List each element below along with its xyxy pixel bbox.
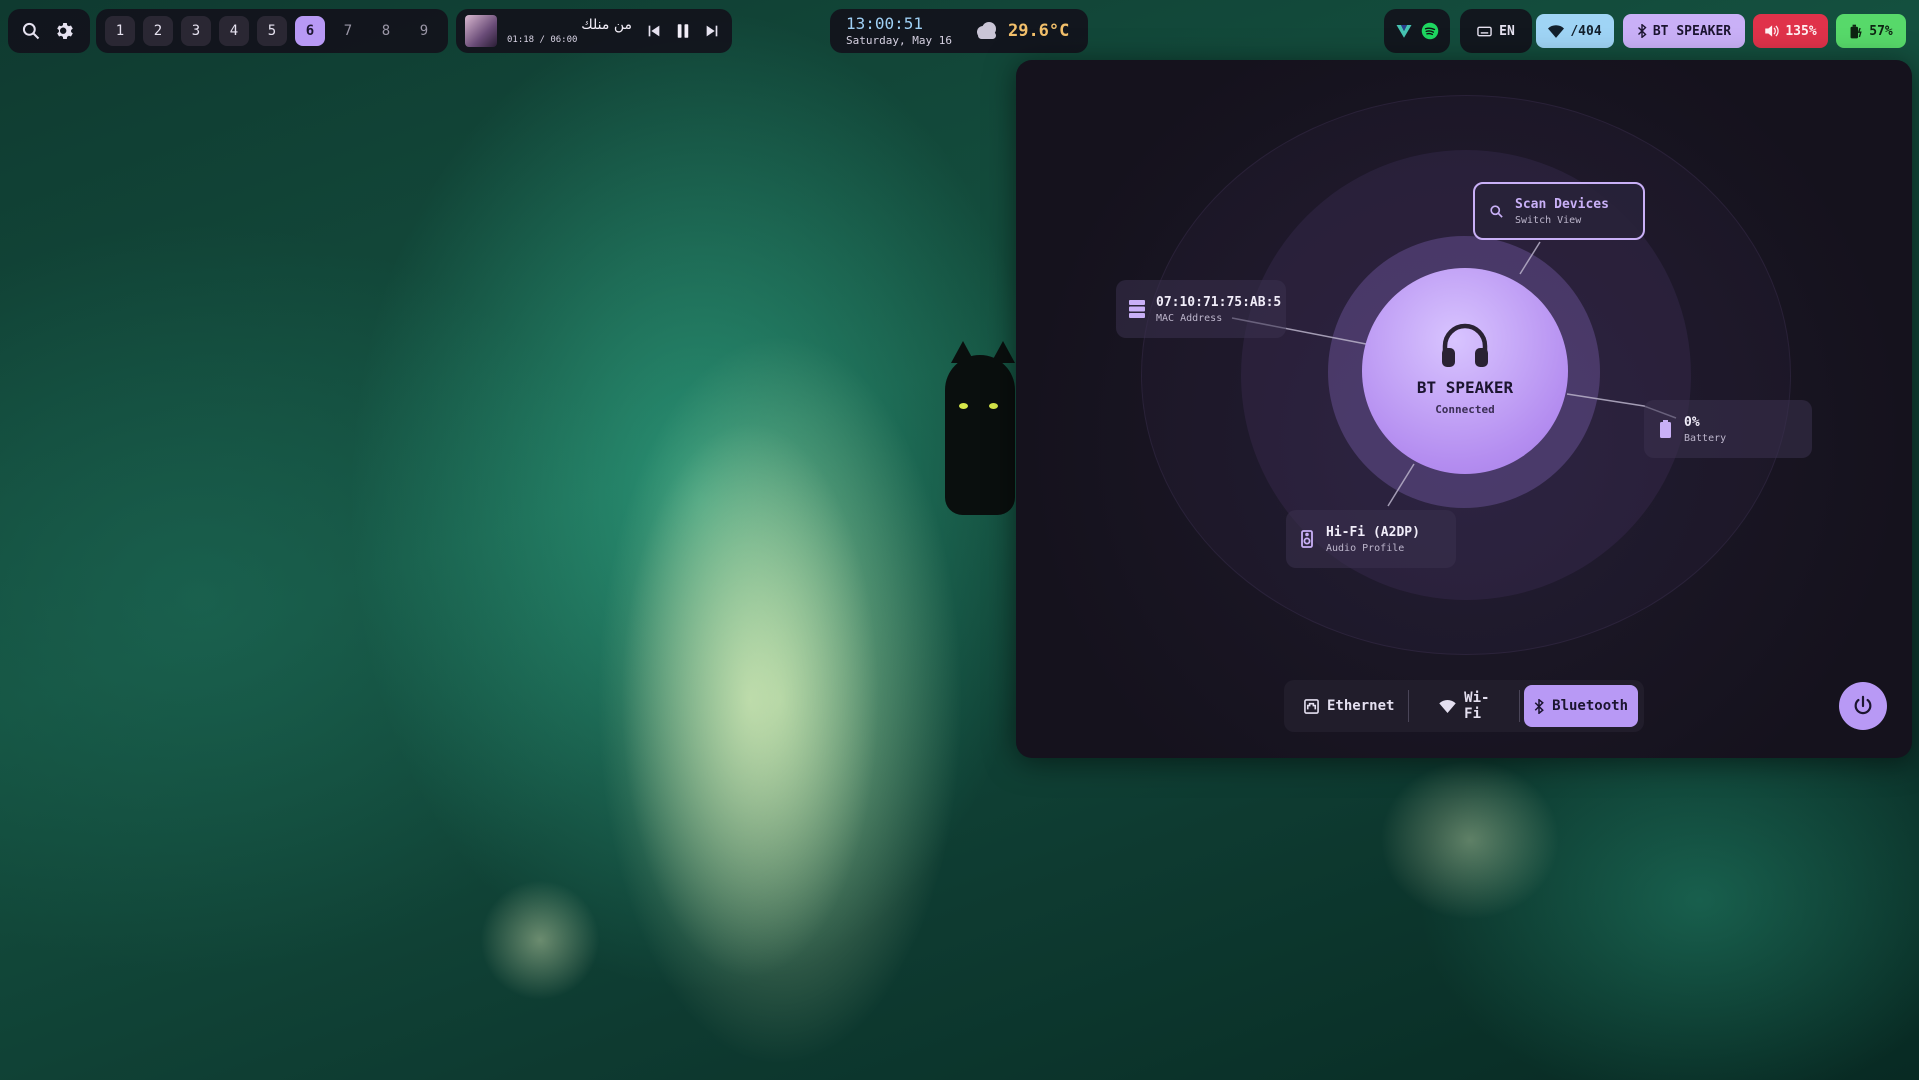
wifi-icon [1439, 699, 1456, 713]
bluetooth-icon [1534, 698, 1545, 714]
media-time: 01:18 / 06:00 [507, 35, 578, 45]
bluetooth-status-label: BT SPEAKER [1652, 23, 1732, 39]
device-name: BT SPEAKER [1416, 378, 1514, 397]
device-battery-value: 0% [1684, 414, 1700, 430]
skip-next-icon[interactable] [698, 14, 726, 48]
server-icon [1128, 298, 1146, 320]
pause-icon[interactable] [668, 14, 698, 48]
workspace-button-1[interactable]: 1 [105, 16, 135, 46]
bluetooth-status[interactable]: BT SPEAKER [1623, 14, 1745, 48]
volume-status[interactable]: 135% [1753, 14, 1828, 48]
battery-status-label: 57% [1869, 23, 1893, 39]
search-icon [1487, 200, 1505, 222]
audio-profile-subtitle: Audio Profile [1326, 542, 1405, 554]
wallpaper-highlight [620, 420, 880, 980]
spotify-icon[interactable] [1421, 22, 1439, 40]
bluetooth-icon [1637, 24, 1647, 38]
workspace-button-8[interactable]: 8 [371, 16, 401, 46]
network-panel: Scan Devices Switch View 07:10:71:75:AB:… [1016, 60, 1912, 758]
skip-previous-icon[interactable] [640, 14, 668, 48]
mac-address-card[interactable]: 07:10:71:75:AB:5 MAC Address [1116, 280, 1286, 338]
wallpaper-highlight [1380, 760, 1560, 920]
speaker-icon [1298, 528, 1316, 550]
workspace-button-7[interactable]: 7 [333, 16, 363, 46]
top-bar: 123456789 من منلك 01:18 / 06:00 13:00:51… [0, 0, 1919, 62]
workspace-button-3[interactable]: 3 [181, 16, 211, 46]
tab-wifi[interactable]: Wi-Fi [1409, 685, 1519, 727]
mac-address-value: 07:10:71:75:AB:5 [1156, 294, 1282, 310]
tab-wifi-label: Wi-Fi [1464, 690, 1490, 722]
wifi-status[interactable]: /404 [1536, 14, 1614, 48]
clock-date: Saturday, May 16 [846, 34, 952, 47]
audio-profile-card[interactable]: Hi-Fi (A2DP) Audio Profile [1286, 510, 1456, 568]
tab-bluetooth[interactable]: Bluetooth [1524, 685, 1638, 727]
device-battery-card[interactable]: 0% Battery [1644, 400, 1812, 458]
scan-devices-card[interactable]: Scan Devices Switch View [1473, 182, 1645, 240]
search-icon[interactable] [14, 14, 48, 48]
power-icon [1852, 695, 1874, 717]
tab-ethernet-label: Ethernet [1327, 698, 1395, 714]
device-status: Connected [1435, 403, 1495, 416]
workspace-button-4[interactable]: 4 [219, 16, 249, 46]
workspace-button-9[interactable]: 9 [409, 16, 439, 46]
clock-weather-pill[interactable]: 13:00:51 Saturday, May 16 29.6°C [830, 9, 1088, 53]
keyboard-layout-label: EN [1499, 23, 1515, 39]
vpn-icon[interactable] [1395, 22, 1413, 40]
volume-status-label: 135% [1785, 23, 1817, 39]
battery-icon [1656, 418, 1674, 440]
wifi-status-label: /404 [1570, 23, 1602, 39]
connection-tabs: Ethernet Wi-Fi Bluetooth [1284, 680, 1644, 732]
tab-bluetooth-label: Bluetooth [1552, 698, 1628, 714]
wallpaper-highlight [480, 880, 600, 1000]
media-player: من منلك 01:18 / 06:00 [456, 9, 732, 53]
tray-pill [1384, 9, 1450, 53]
tab-ethernet[interactable]: Ethernet [1290, 685, 1408, 727]
headphones-icon [1439, 320, 1491, 368]
keyboard-layout[interactable]: EN [1460, 9, 1532, 53]
ethernet-icon [1304, 698, 1319, 714]
workspace-button-5[interactable]: 5 [257, 16, 287, 46]
connected-device[interactable]: BT SPEAKER Connected [1362, 268, 1568, 474]
clock-time: 13:00:51 [846, 14, 924, 33]
media-title: من منلك [581, 17, 632, 33]
mac-address-subtitle: MAC Address [1156, 312, 1223, 324]
bluetooth-power-button[interactable] [1839, 682, 1887, 730]
battery-charging-icon [1849, 24, 1863, 39]
volume-icon [1764, 24, 1779, 38]
weather-temperature: 29.6°C [1007, 21, 1070, 41]
device-battery-subtitle: Battery [1684, 432, 1727, 444]
audio-profile-value: Hi-Fi (A2DP) [1326, 524, 1420, 540]
workspace-button-6[interactable]: 6 [295, 16, 325, 46]
album-art [465, 15, 497, 47]
gear-icon[interactable] [48, 14, 82, 48]
scan-devices-subtitle: Switch View [1515, 214, 1582, 226]
battery-status[interactable]: 57% [1836, 14, 1906, 48]
workspace-button-2[interactable]: 2 [143, 16, 173, 46]
cloud-icon [974, 22, 1000, 40]
workspaces-pill: 123456789 [96, 9, 448, 53]
tab-divider [1519, 690, 1521, 722]
wifi-icon [1548, 24, 1565, 38]
scan-devices-title: Scan Devices [1515, 196, 1609, 212]
launcher-pill [8, 9, 90, 53]
keyboard-icon [1477, 26, 1492, 37]
wallpaper-cat [945, 341, 1015, 515]
